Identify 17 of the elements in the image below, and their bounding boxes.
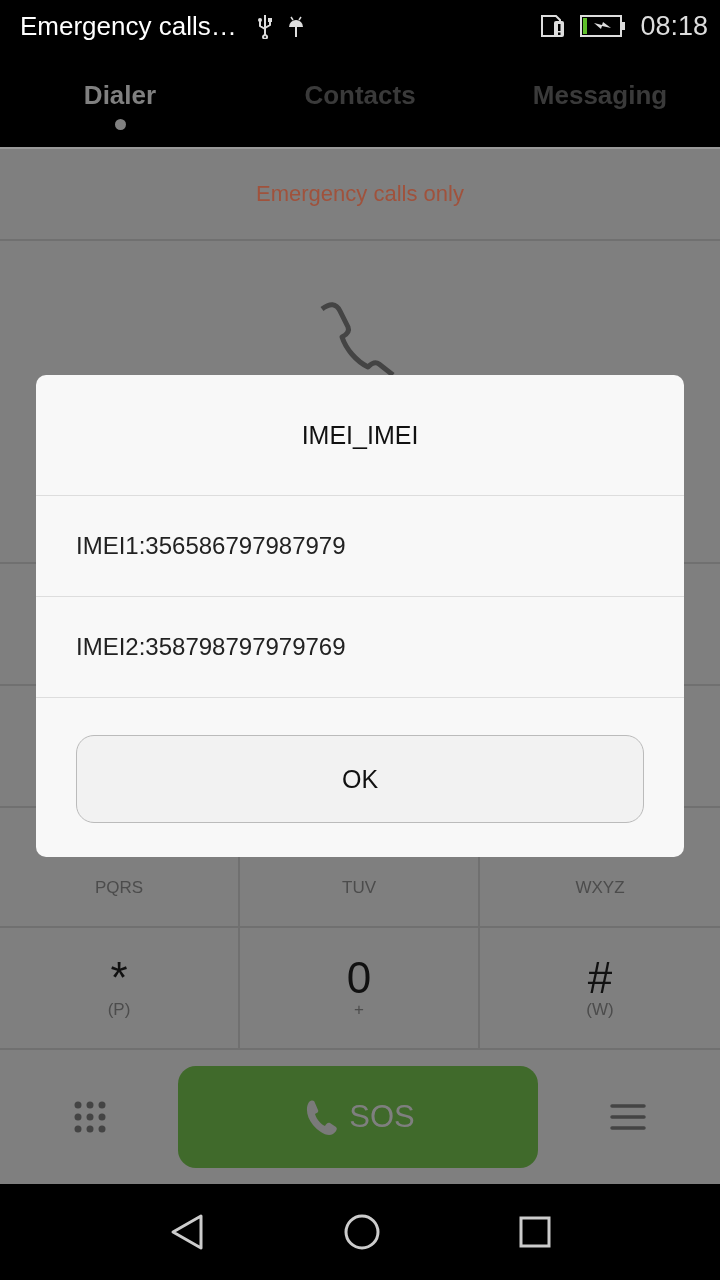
battery-icon	[580, 14, 627, 38]
notification-text: Emergency calls…	[20, 10, 237, 42]
clock-time: 08:18	[640, 10, 708, 42]
ok-button[interactable]: OK	[76, 735, 644, 823]
menu-icon[interactable]	[610, 1103, 646, 1131]
sim-alert-icon	[540, 13, 567, 39]
recents-icon[interactable]	[518, 1216, 551, 1248]
usb-icon	[256, 13, 273, 39]
back-icon[interactable]	[169, 1213, 206, 1251]
keypad-key[interactable]: 0 +	[240, 928, 480, 1050]
network-status-text: Emergency calls only	[256, 181, 464, 207]
imei-item[interactable]: IMEI2:358798797979769	[36, 597, 684, 698]
dialpad-icon[interactable]	[74, 1101, 106, 1133]
imei-item[interactable]: IMEI1:356586797987979	[36, 496, 684, 597]
tab[interactable]: Dialer	[0, 52, 240, 147]
home-icon[interactable]	[344, 1214, 380, 1250]
dialog-title: IMEI_IMEI	[36, 375, 684, 496]
